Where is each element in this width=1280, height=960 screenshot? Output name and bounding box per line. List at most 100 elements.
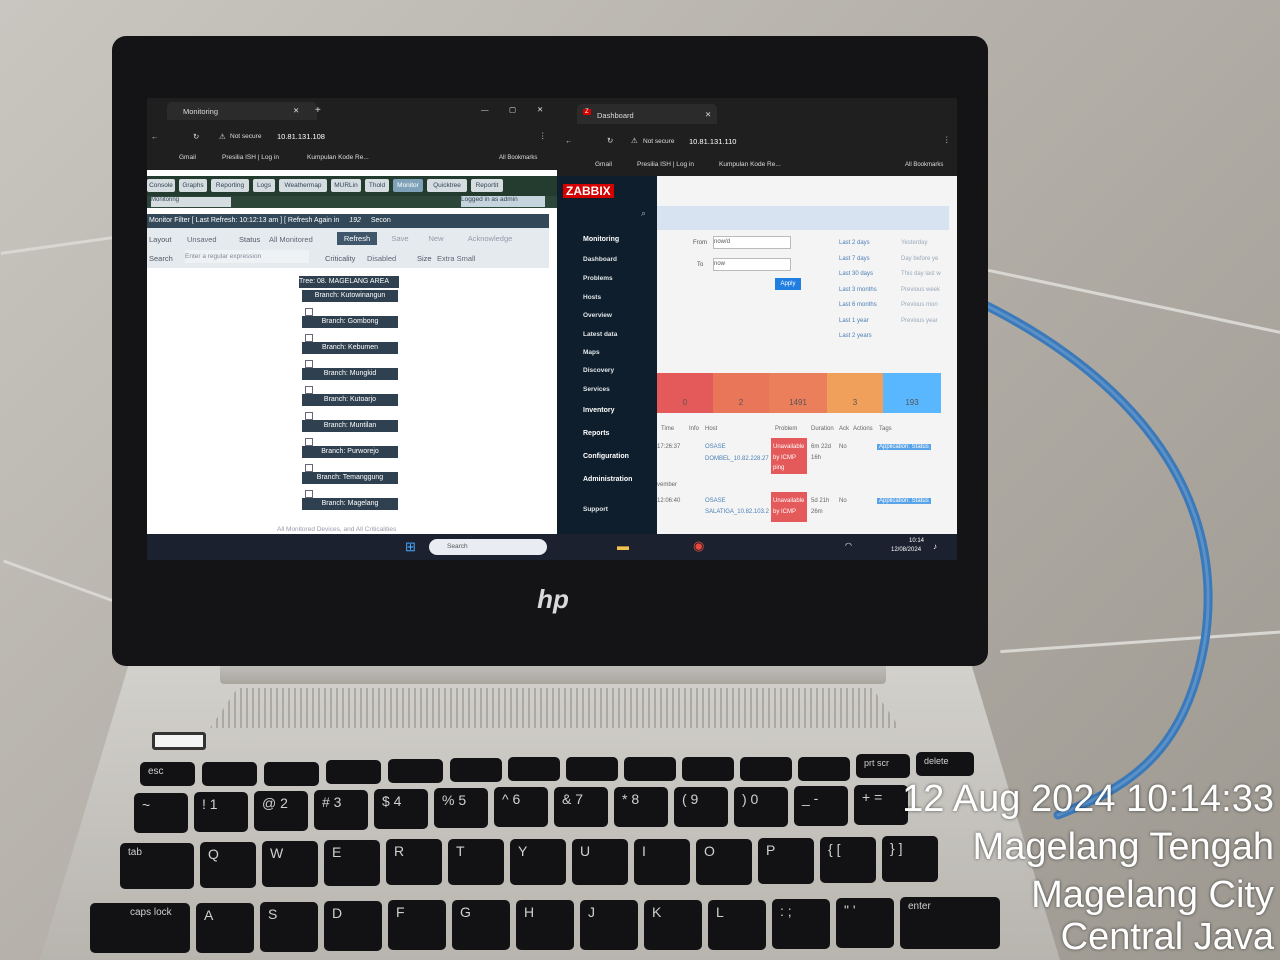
key-2[interactable]: @ 2 (254, 791, 308, 831)
branch-kebumen[interactable]: Branch: Kebumen (302, 342, 398, 354)
subnav-monitoring[interactable]: Monitoring (151, 197, 231, 207)
key-y[interactable]: Y (510, 839, 566, 885)
key-d[interactable]: D (324, 901, 382, 951)
bookmark-all[interactable]: All Bookmarks (499, 155, 537, 161)
key-k[interactable]: K (644, 900, 702, 950)
branch-purworejo[interactable]: Branch: Purworejo (302, 446, 398, 458)
menu-maps[interactable]: Maps (583, 349, 600, 356)
key-quote[interactable]: " ' (836, 898, 894, 948)
url-text[interactable]: 10.81.131.110 (689, 137, 736, 146)
key-7[interactable]: & 7 (554, 787, 608, 827)
key-esc[interactable]: esc (140, 762, 195, 786)
key-f11[interactable] (798, 757, 850, 781)
bookmark-kumpulan[interactable]: Kumpulan Kode Re... (307, 154, 369, 161)
branch-muntilan[interactable]: Branch: Muntilan (302, 420, 398, 432)
key-minus[interactable]: _ - (794, 786, 848, 826)
branch-magelang[interactable]: Branch: Magelang (302, 498, 398, 510)
severity-disaster[interactable]: 0 (657, 373, 713, 413)
key-i[interactable]: I (634, 839, 690, 885)
menu-administration[interactable]: Administration (583, 476, 632, 483)
bookmark-gmail[interactable]: Gmail (179, 154, 196, 161)
range-previous-month[interactable]: Previous mon (901, 302, 938, 308)
key-f2[interactable] (264, 762, 319, 786)
severity-info[interactable]: 193 (883, 373, 941, 413)
criticality-select[interactable]: Disabled (367, 254, 396, 263)
search-icon[interactable]: ⌕ (641, 208, 646, 219)
branch-gombong[interactable]: Branch: Gombong (302, 316, 398, 328)
menu-inventory[interactable]: Inventory (583, 407, 615, 414)
menu-dashboard[interactable]: Dashboard (583, 256, 617, 263)
nav-monitor[interactable]: Monitor (393, 179, 423, 192)
key-o[interactable]: O (696, 839, 752, 885)
notification-bell-icon[interactable]: ♪ (933, 542, 937, 551)
wifi-icon[interactable]: ◠ (845, 541, 852, 550)
key-prtscr[interactable]: prt scr (856, 754, 910, 778)
from-input[interactable]: now/d (713, 236, 791, 249)
range-last-2-days[interactable]: Last 2 days (839, 240, 870, 246)
branch-kutowinangun[interactable]: Branch: Kutowinangun (302, 290, 398, 302)
key-6[interactable]: ^ 6 (494, 787, 548, 827)
range-last-30-days[interactable]: Last 30 days (839, 271, 873, 277)
key-f1[interactable] (202, 762, 257, 786)
branch-temanggung[interactable]: Branch: Temanggung (302, 472, 398, 484)
back-icon[interactable]: ← (565, 136, 573, 145)
key-tab[interactable]: tab (120, 843, 194, 889)
key-f6[interactable] (508, 757, 560, 781)
key-h[interactable]: H (516, 900, 574, 950)
nav-murlin[interactable]: MURLin (331, 179, 361, 192)
bookmark-presilia[interactable]: Presilia ISH | Log in (222, 154, 279, 161)
reload-icon[interactable]: ↻ (607, 136, 613, 145)
nav-console[interactable]: Console (147, 179, 175, 192)
range-last-6-months[interactable]: Last 6 months (839, 302, 877, 308)
window-close-icon[interactable]: ✕ (537, 105, 543, 114)
range-last-1-year[interactable]: Last 1 year (839, 318, 869, 324)
row1-host[interactable]: OSASE (705, 444, 726, 450)
row2-host-detail[interactable]: SALATIGA_10.82.103.2 (705, 509, 769, 515)
col-duration[interactable]: Duration (811, 426, 834, 432)
key-1[interactable]: ! 1 (194, 792, 248, 832)
key-a[interactable]: A (196, 903, 254, 953)
range-yesterday[interactable]: Yesterday (901, 240, 927, 246)
bookmark-presilia[interactable]: Presilia ISH | Log in (637, 161, 694, 168)
key-equals[interactable]: + = (854, 785, 908, 825)
size-select[interactable]: Extra Small (437, 254, 475, 263)
col-problem[interactable]: Problem (775, 426, 797, 432)
key-8[interactable]: * 8 (614, 787, 668, 827)
severity-warning[interactable]: 3 (827, 373, 883, 413)
device-checkbox[interactable] (305, 412, 313, 420)
key-f4[interactable] (388, 759, 443, 783)
key-lbracket[interactable]: { [ (820, 837, 876, 883)
range-last-7-days[interactable]: Last 7 days (839, 256, 870, 262)
range-previous-year[interactable]: Previous year (901, 318, 938, 324)
url-text[interactable]: 10.81.131.108 (277, 132, 325, 141)
nav-thold[interactable]: Thold (365, 179, 389, 192)
range-previous-week[interactable]: Previous week (901, 287, 940, 293)
nav-reportit[interactable]: Reportit (471, 179, 503, 192)
zabbix-logo[interactable]: ZABBIX (563, 184, 614, 198)
branch-kutoarjo[interactable]: Branch: Kutoarjo (302, 394, 398, 406)
clock-date[interactable]: 12/08/2024 (891, 547, 921, 553)
logged-in-label[interactable]: Logged in as admin (461, 196, 545, 207)
key-f8[interactable] (624, 757, 676, 781)
key-4[interactable]: $ 4 (374, 789, 428, 829)
menu-latest-data[interactable]: Latest data (583, 331, 617, 338)
key-capslock[interactable]: caps lock (90, 903, 190, 953)
nav-quicktree[interactable]: Quicktree (427, 179, 467, 192)
key-enter[interactable]: enter (900, 897, 1000, 949)
key-p[interactable]: P (758, 838, 814, 884)
severity-high[interactable]: 2 (713, 373, 769, 413)
windows-start-icon[interactable]: ⊞ (405, 539, 416, 555)
layout-select[interactable]: Unsaved (187, 235, 217, 244)
key-f10[interactable] (740, 757, 792, 781)
device-checkbox[interactable] (305, 464, 313, 472)
col-time[interactable]: Time (661, 426, 674, 432)
device-checkbox[interactable] (305, 438, 313, 446)
key-f3[interactable] (326, 760, 381, 784)
row2-problem-cell[interactable] (771, 492, 807, 522)
key-tilde[interactable]: ~ (134, 793, 188, 833)
menu-problems[interactable]: Problems (583, 275, 613, 282)
key-0[interactable]: ) 0 (734, 787, 788, 827)
key-e[interactable]: E (324, 840, 380, 886)
to-input[interactable]: now (713, 258, 791, 271)
key-r[interactable]: R (386, 839, 442, 885)
